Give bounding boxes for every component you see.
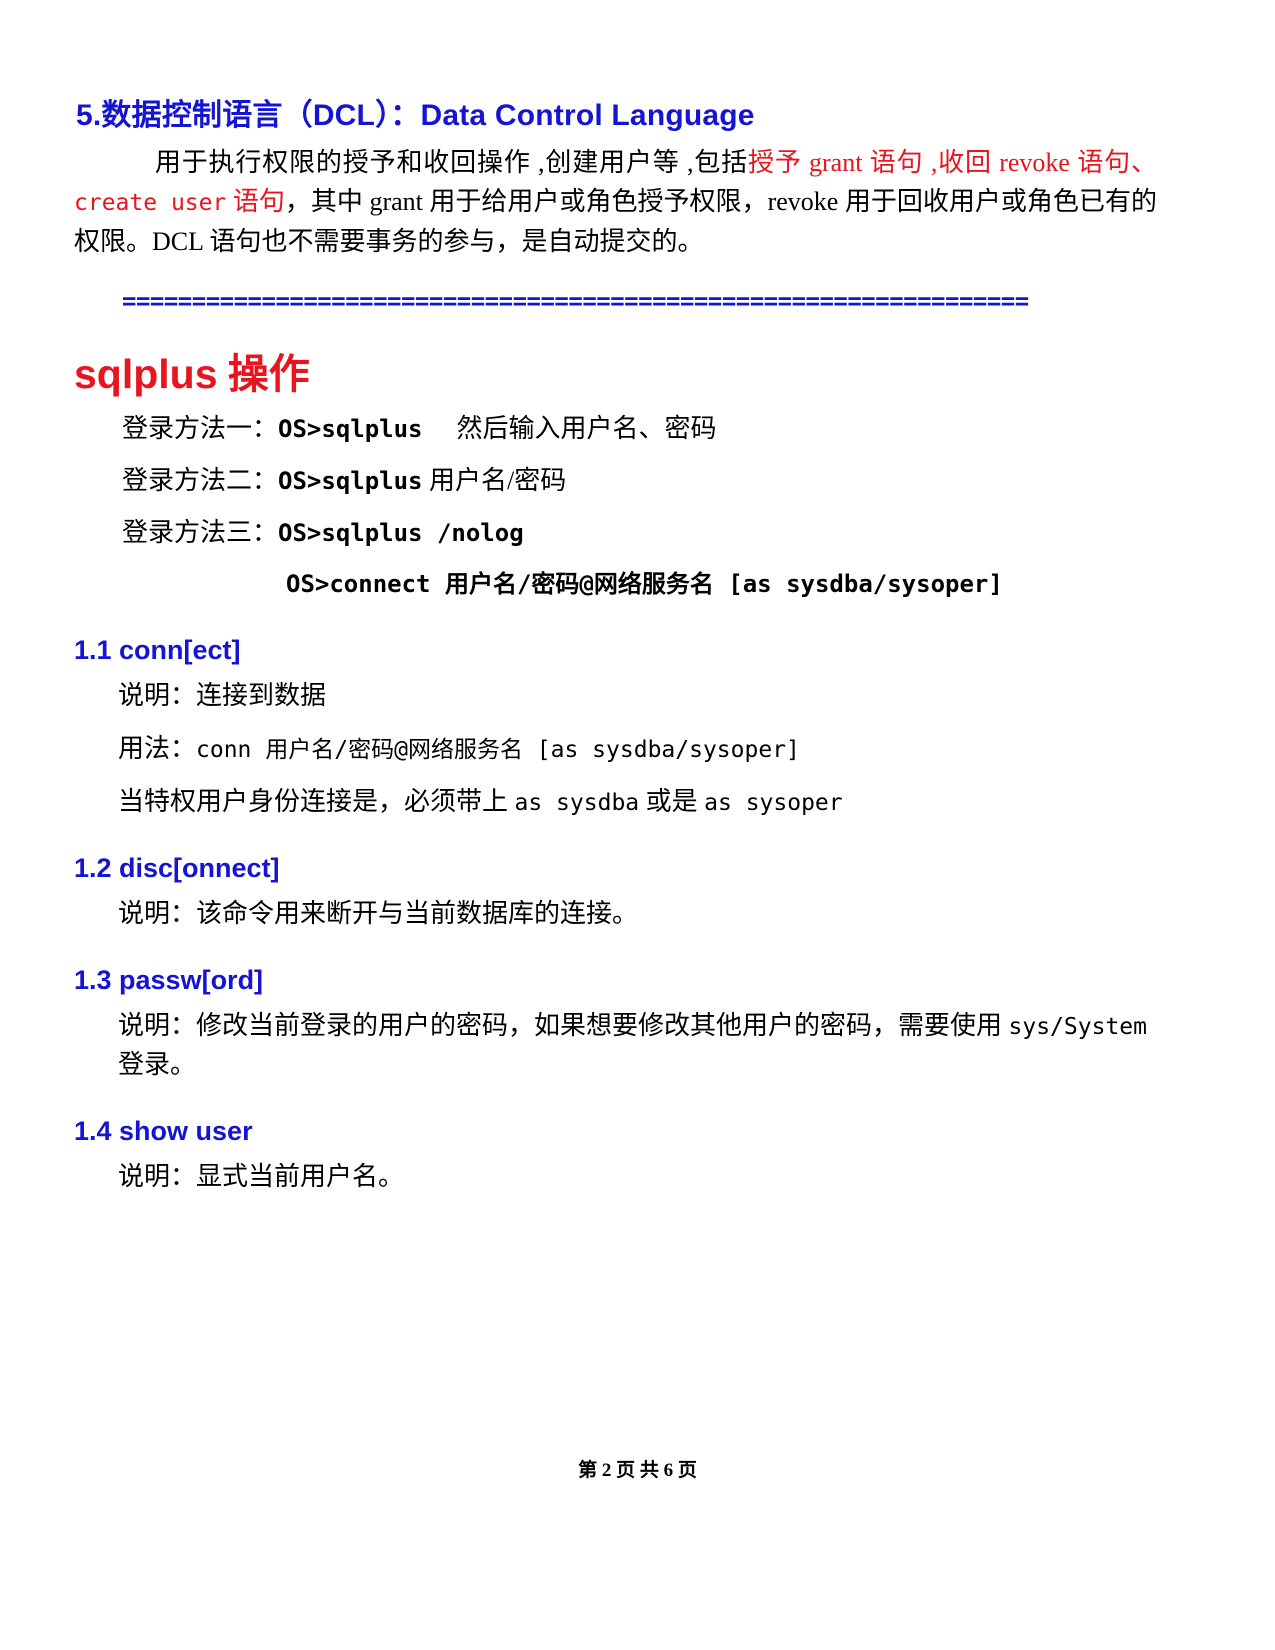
dcl-intro-red1: 授予 grant 语句 ,收回 revoke 语句、 <box>747 147 1157 177</box>
conn-usage-code: conn 用户名/密码@网络服务名 [as sysdba/sysoper] <box>196 737 800 764</box>
show-user-description: 说明：显式当前用户名。 <box>118 1162 405 1192</box>
section-heading-passw: 1.3 passw[ord] <box>74 965 264 996</box>
login-method-2-note: 用户名/密码 <box>429 465 567 495</box>
dcl-intro-red2: 语句 <box>226 187 285 217</box>
conn-privilege-note: 当特权用户身份连接是，必须带上 as sysdba 或是 as sysoper <box>74 782 1157 821</box>
login-method-1-command: OS>sqlplus <box>278 415 423 444</box>
login-method-3-label: 登录方法三： <box>122 517 279 547</box>
conn-description: 说明：连接到数据 <box>118 681 327 711</box>
login-method-3: 登录方法三：OS>sqlplus /nolog <box>74 514 1157 552</box>
disc-description: 说明：该命令用来断开与当前数据库的连接。 <box>118 899 639 929</box>
passw-description-prefix: 说明：修改当前登录的用户的密码，如果想要修改其他用户的密码，需要使用 <box>118 1011 1009 1041</box>
page-title-dcl: 5.数据控制语言（DCL）：Data Control Language <box>76 99 755 132</box>
login-method-2-command: OS>sqlplus <box>278 466 423 495</box>
sqlplus-title-latin: sqlplus <box>74 351 218 398</box>
page-title-sqlplus: sqlplus 操作 <box>74 349 1157 400</box>
conn-privilege-code-sysoper: as sysoper <box>704 790 843 817</box>
conn-usage-prefix: 用法： <box>118 734 197 764</box>
conn-usage: 用法：conn 用户名/密码@网络服务名 [as sysdba/sysoper] <box>74 729 1157 768</box>
conn-privilege-prefix: 当特权用户身份连接是，必须带上 <box>118 787 515 817</box>
section-heading-show-user: 1.4 show user <box>74 1116 253 1147</box>
sqlplus-title-han: 操作 <box>217 351 310 398</box>
passw-description: 说明：修改当前登录的用户的密码，如果想要修改其他用户的密码，需要使用 sys/S… <box>74 1006 1157 1084</box>
login-method-2: 登录方法二：OS>sqlplus 用户名/密码 <box>74 462 1157 500</box>
login-method-1-label: 登录方法一： <box>122 414 279 444</box>
dcl-intro-paragraph: 用于执行权限的授予和收回操作 ,创建用户等 ,包括授予 grant 语句 ,收回… <box>74 143 1157 262</box>
dcl-intro-part1: 用于执行权限的授予和收回操作 ,创建用户等 ,包括 <box>154 147 748 177</box>
passw-description-mid: 登录。 <box>118 1050 197 1080</box>
login-method-3-command: OS>sqlplus /nolog <box>278 518 524 547</box>
conn-privilege-mid: 或是 <box>639 787 705 817</box>
login-method-1: 登录方法一：OS>sqlplus 然后输入用户名、密码 <box>74 410 1157 448</box>
login-method-2-label: 登录方法二： <box>122 465 279 495</box>
horizontal-separator: ========================================… <box>122 287 1029 316</box>
connect-command: OS>connect 用户名/密码@网络服务名 [as sysdba/sysop… <box>286 570 1003 599</box>
section-heading-conn: 1.1 conn[ect] <box>74 635 241 666</box>
section-heading-disc: 1.2 disc[onnect] <box>74 853 280 884</box>
login-method-1-note: 然后输入用户名、密码 <box>456 414 717 444</box>
dcl-intro-red-mono: create user <box>74 190 227 217</box>
passw-code-sys-system: sys/System <box>1008 1014 1147 1041</box>
document-page: 5.数据控制语言（DCL）：Data Control Language 用于执行… <box>0 0 1275 1650</box>
page-footer: 第 2 页 共 6 页 <box>578 1460 697 1481</box>
connect-command-line: OS>connect 用户名/密码@网络服务名 [as sysdba/sysop… <box>74 565 1157 603</box>
conn-privilege-code-sysdba: as sysdba <box>514 790 640 817</box>
